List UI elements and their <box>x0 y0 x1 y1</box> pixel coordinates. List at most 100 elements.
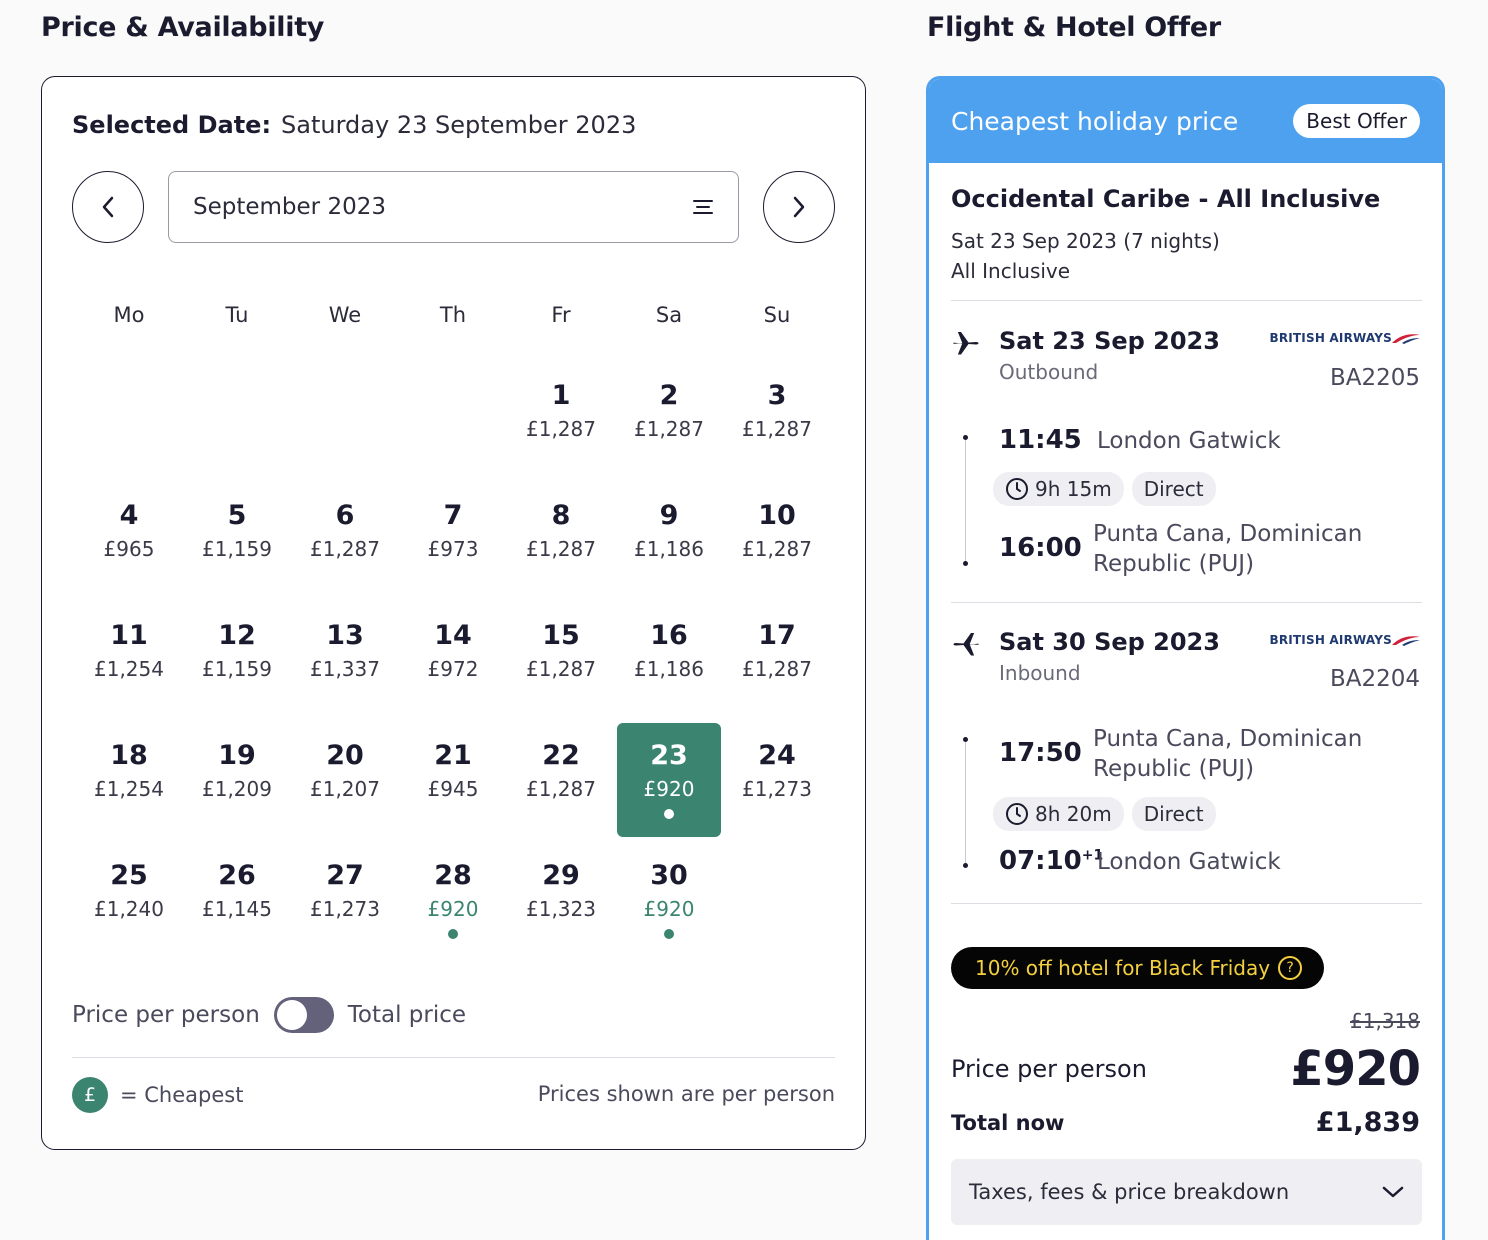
previous-month-button[interactable] <box>72 171 144 243</box>
inbound-dep-place: Punta Cana, Dominican Republic (PUJ) <box>1093 724 1362 784</box>
divider <box>72 1057 835 1058</box>
cheapest-badge-icon: £ <box>72 1077 108 1113</box>
day-number: 17 <box>758 620 796 651</box>
day-price: £1,145 <box>202 897 272 921</box>
day-price: £920 <box>427 897 479 921</box>
duration-chip: 8h 20m <box>993 797 1124 831</box>
calendar-day-24: 24 £1,273 <box>723 723 831 843</box>
day-price: £1,287 <box>526 657 596 681</box>
day-price: £1,159 <box>202 537 272 561</box>
weekday-label: We <box>328 303 362 327</box>
calendar-day-button[interactable]: 8 £1,287 <box>509 483 613 597</box>
chevron-right-icon <box>793 196 805 218</box>
calendar-day-25: 25 £1,240 <box>75 843 183 963</box>
calendar-day-button[interactable]: 25 £1,240 <box>77 843 181 957</box>
month-select[interactable]: September 2023 <box>168 171 739 243</box>
calendar-day-button[interactable]: 17 £1,287 <box>725 603 829 717</box>
calendar-day-button[interactable]: 13 £1,337 <box>293 603 397 717</box>
offer-header: Cheapest holiday price Best Offer <box>929 79 1442 163</box>
next-month-button[interactable] <box>763 171 835 243</box>
calendar-day-16: 16 £1,186 <box>615 603 723 723</box>
outbound-dep-place: London Gatwick <box>1097 428 1281 454</box>
calendar-day-button[interactable]: 28 £920 <box>401 843 505 957</box>
calendar-day-button[interactable]: 12 £1,159 <box>185 603 289 717</box>
day-number: 25 <box>110 860 148 891</box>
calendar-day-button[interactable]: 7 £973 <box>401 483 505 597</box>
outbound-label: Outbound <box>999 360 1099 384</box>
calendar-day-button[interactable]: 29 £1,323 <box>509 843 613 957</box>
day-number: 21 <box>434 740 472 771</box>
calendar-day-6: 6 £1,287 <box>291 483 399 603</box>
day-number: 3 <box>767 380 787 411</box>
calendar-day-button[interactable]: 4 £965 <box>77 483 181 597</box>
selected-date: Selected Date: Saturday 23 September 2023 <box>72 111 636 139</box>
price-mode-toggle[interactable] <box>273 997 334 1033</box>
day-price: £1,287 <box>526 417 596 441</box>
calendar-day-button[interactable]: 15 £1,287 <box>509 603 613 717</box>
calendar-day-button[interactable]: 10 £1,287 <box>725 483 829 597</box>
calendar-day-button[interactable]: 30 £920 <box>617 843 721 957</box>
old-price: £1,318 <box>1350 1009 1420 1033</box>
day-price: £1,273 <box>742 777 812 801</box>
hotel-name: Occidental Caribe - All Inclusive <box>951 185 1381 213</box>
calendar-card: Selected Date: Saturday 23 September 2023… <box>41 76 866 1150</box>
inbound-dep-time: 17:50 <box>999 738 1082 768</box>
day-price: £965 <box>103 537 155 561</box>
calendar-day-button[interactable]: 6 £1,287 <box>293 483 397 597</box>
cheapest-dot-icon <box>448 929 458 939</box>
calendar-empty-cell <box>183 363 291 483</box>
day-number: 28 <box>434 860 472 891</box>
calendar-day-button[interactable]: 11 £1,254 <box>77 603 181 717</box>
price-note: Prices shown are per person <box>537 1082 835 1106</box>
day-number: 8 <box>551 500 571 531</box>
calendar-day-button[interactable]: 16 £1,186 <box>617 603 721 717</box>
calendar-day-button[interactable]: 5 £1,159 <box>185 483 289 597</box>
inbound-dep-place-line1: Punta Cana, Dominican <box>1093 726 1363 752</box>
calendar-day-button[interactable]: 26 £1,145 <box>185 843 289 957</box>
calendar-day-button[interactable]: 14 £972 <box>401 603 505 717</box>
day-number: 10 <box>758 500 796 531</box>
calendar-day-11: 11 £1,254 <box>75 603 183 723</box>
calendar-day-button[interactable]: 2 £1,287 <box>617 363 721 477</box>
airline-name: BRITISH AIRWAYS <box>1269 331 1392 345</box>
calendar-day-button[interactable]: 21 £945 <box>401 723 505 837</box>
timeline-dot <box>963 561 968 566</box>
day-price: £1,287 <box>742 657 812 681</box>
stops-chip: Direct <box>1131 797 1216 831</box>
day-number: 26 <box>218 860 256 891</box>
day-price: £1,337 <box>310 657 380 681</box>
calendar-day-button[interactable]: 18 £1,254 <box>77 723 181 837</box>
day-price: £920 <box>643 777 695 801</box>
plane-outbound-icon <box>953 332 979 355</box>
calendar-day-button[interactable]: 9 £1,186 <box>617 483 721 597</box>
offer-card: Cheapest holiday price Best Offer Occide… <box>926 76 1445 1240</box>
calendar-day-7: 7 £973 <box>399 483 507 603</box>
price-breakdown-dropdown[interactable]: Taxes, fees & price breakdown <box>951 1159 1422 1225</box>
cheapest-dot-icon <box>664 809 674 819</box>
day-number: 5 <box>227 500 247 531</box>
calendar-day-button[interactable]: 20 £1,207 <box>293 723 397 837</box>
day-price: £972 <box>427 657 479 681</box>
calendar-day-30: 30 £920 <box>615 843 723 963</box>
inbound-arr-place: London Gatwick <box>1097 849 1281 875</box>
calendar-day-button[interactable]: 23 £920 <box>617 723 721 837</box>
filter-lines-icon <box>693 200 713 214</box>
weekday-label: Tu <box>225 303 249 327</box>
calendar-day-button[interactable]: 1 £1,287 <box>509 363 613 477</box>
calendar-day-button[interactable]: 3 £1,287 <box>725 363 829 477</box>
toggle-knob <box>276 1000 307 1030</box>
day-price: £1,159 <box>202 657 272 681</box>
day-price: £1,287 <box>526 537 596 561</box>
day-number: 13 <box>326 620 364 651</box>
day-number: 29 <box>542 860 580 891</box>
calendar-day-19: 19 £1,209 <box>183 723 291 843</box>
calendar-day-button[interactable]: 24 £1,273 <box>725 723 829 837</box>
calendar-day-button[interactable]: 27 £1,273 <box>293 843 397 957</box>
black-friday-promo[interactable]: 10% off hotel for Black Friday ? <box>951 947 1325 989</box>
day-number: 7 <box>443 500 463 531</box>
inbound-arr-time-value: 07:10 <box>999 846 1082 876</box>
airline-name: BRITISH AIRWAYS <box>1269 633 1392 647</box>
calendar-grid: 1 £1,287 2 £1,287 3 £1,287 4 £965 5 £1,159 6 £1,287… <box>75 363 831 963</box>
calendar-day-button[interactable]: 19 £1,209 <box>185 723 289 837</box>
calendar-day-button[interactable]: 22 £1,287 <box>509 723 613 837</box>
